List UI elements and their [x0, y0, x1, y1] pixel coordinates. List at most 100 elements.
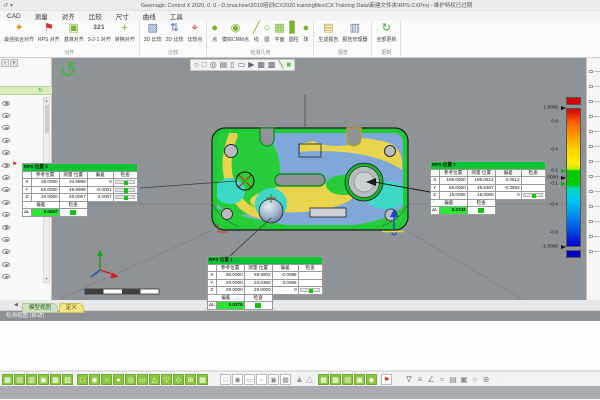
status-icon-6-1[interactable]: ▦: [318, 374, 329, 385]
status-icon-2-4[interactable]: ●: [113, 374, 124, 385]
status-icon-2-3[interactable]: ○: [101, 374, 112, 385]
dock-tab-2[interactable]: 定义: [59, 303, 84, 313]
status-icon-9-1[interactable]: ∇: [404, 374, 414, 385]
annotation-table-rps3[interactable]: RPS 位置 3参考位置测量 位置偏差检查X35.000034.99990Y50…: [22, 163, 138, 217]
annotation-table-rps2[interactable]: RPS 位置 2参考位置测量 位置偏差检查X195.0000195.06120.…: [430, 161, 546, 215]
plane-button[interactable]: ▦平面: [272, 22, 286, 49]
annotation-table-rps1[interactable]: RPS 位置 1参考位置测量 位置偏差检查X60.000059.9902-0.0…: [207, 256, 323, 310]
status-icon-6-3[interactable]: ▤: [342, 374, 353, 385]
menu-item-5[interactable]: 尺寸: [109, 11, 136, 21]
status-icon-2-11[interactable]: ▦: [197, 374, 208, 385]
rps-alignment-button[interactable]: ⚑RPS 对齐: [36, 22, 62, 49]
menu-item-1[interactable]: CAD: [0, 13, 28, 20]
menu-item-4[interactable]: 比较: [82, 11, 109, 21]
panel-menu-icon[interactable]: ▾: [10, 59, 18, 67]
transform-alignment-button[interactable]: +转换对齐: [113, 22, 137, 49]
tree-item-row[interactable]: [0, 233, 43, 245]
status-icon-2-2[interactable]: ◉: [89, 374, 100, 385]
cylinder-button[interactable]: ▋圆柱: [287, 22, 301, 49]
tree-item-row[interactable]: [0, 109, 43, 121]
status-icon-2-9[interactable]: ◇: [173, 374, 184, 385]
visibility-eye-icon[interactable]: [2, 262, 10, 267]
status-icon-9-6[interactable]: ▣: [459, 374, 469, 385]
tree-item-row[interactable]: [0, 246, 43, 258]
undo-icon[interactable]: ↺: [3, 2, 8, 9]
status-icon-2-10[interactable]: ⊞: [185, 374, 196, 385]
status-icon-2-7[interactable]: △: [149, 374, 160, 385]
shaded-view-icon[interactable]: ■: [286, 60, 291, 70]
zoom-target-icon[interactable]: ◎: [210, 60, 217, 70]
update-all-button[interactable]: ↻全部更新: [374, 22, 398, 49]
part-model[interactable]: [204, 125, 408, 235]
point-button[interactable]: ●点: [209, 22, 220, 49]
status-icon-4-5[interactable]: ▣: [268, 374, 279, 385]
datum-alignment-button[interactable]: ▣基准对齐: [62, 22, 86, 49]
tree-item-row[interactable]: [0, 258, 43, 270]
visibility-eye-icon[interactable]: [2, 138, 10, 143]
status-icon-2-8[interactable]: ▽: [161, 374, 172, 385]
visibility-eye-icon[interactable]: [2, 125, 10, 130]
circle-button[interactable]: ○圆: [262, 22, 273, 49]
menu-item-6[interactable]: 曲线: [136, 11, 163, 21]
status-icon-4-2[interactable]: ◉: [232, 374, 243, 385]
status-icon-6-4[interactable]: ▣: [354, 374, 365, 385]
status-icon-1-1[interactable]: ▦: [2, 374, 13, 385]
pointer-icon[interactable]: ▶: [248, 60, 254, 70]
visibility-eye-icon[interactable]: [2, 237, 10, 242]
scroll-down-icon[interactable]: ▼: [44, 276, 49, 282]
status-icon-4-3[interactable]: ▭: [244, 374, 255, 385]
status-icon-9-2[interactable]: ≡: [415, 374, 425, 385]
status-icon-9-3[interactable]: ∠: [426, 374, 436, 385]
menu-item-3[interactable]: 对齐: [55, 11, 82, 21]
select-box-icon[interactable]: □: [202, 60, 207, 70]
pin-icon[interactable]: ▪: [1, 59, 9, 67]
status-icon-2-6[interactable]: ▭: [137, 374, 148, 385]
status-icon-1-2[interactable]: ▤: [14, 374, 25, 385]
tree-item-row[interactable]: [0, 97, 43, 109]
report-manager-button[interactable]: ▥报告管理器: [340, 22, 369, 49]
tree-item-row[interactable]: [0, 270, 43, 282]
measure-line-icon[interactable]: ╲: [278, 60, 283, 70]
status-icon-4-6[interactable]: ▦: [280, 374, 291, 385]
status-icon-1-3[interactable]: ▥: [26, 374, 37, 385]
scrollbar-thumb[interactable]: [45, 105, 49, 133]
table-view-icon[interactable]: ▩: [268, 60, 276, 70]
status-icon-1-4[interactable]: ▣: [38, 374, 49, 385]
simulated-cmm-point-button[interactable]: ◉模拟CMM点: [220, 22, 251, 49]
grid-view-icon[interactable]: ▦: [257, 60, 265, 70]
status-icon-5-2[interactable]: △: [305, 374, 314, 385]
tree-item-row[interactable]: [0, 134, 43, 146]
comparison-point-button[interactable]: ⌖比较点: [185, 22, 204, 49]
status-icon-1-6[interactable]: ▧: [62, 374, 73, 385]
menu-item-2[interactable]: 测量: [28, 11, 55, 21]
status-icon-4-4[interactable]: ▫: [256, 374, 267, 385]
visibility-eye-icon[interactable]: [2, 200, 10, 205]
visibility-eye-icon[interactable]: [2, 101, 10, 106]
visibility-eye-icon[interactable]: [2, 150, 10, 155]
status-icon-7-1[interactable]: ⚑: [381, 374, 392, 385]
page-layout-icon[interactable]: ▯: [230, 60, 234, 70]
menu-item-7[interactable]: 工具: [163, 11, 190, 21]
sphere-button[interactable]: ●球: [301, 22, 312, 49]
refresh-icon[interactable]: ↻: [38, 87, 43, 94]
tree-item-row[interactable]: [0, 147, 43, 159]
status-icon-9-4[interactable]: ≈: [437, 374, 447, 385]
capture-view-icon[interactable]: ▤: [220, 60, 228, 70]
status-icon-6-2[interactable]: ▩: [330, 374, 341, 385]
status-icon-9-7[interactable]: ○: [470, 374, 480, 385]
visibility-eye-icon[interactable]: [2, 212, 10, 217]
tree-item-row[interactable]: [0, 122, 43, 134]
generate-report-button[interactable]: ▤生成报告: [316, 22, 340, 49]
visibility-eye-icon[interactable]: [2, 249, 10, 254]
visibility-eye-icon[interactable]: [2, 187, 10, 192]
split-view-icon[interactable]: ▭: [238, 60, 246, 70]
status-icon-9-8[interactable]: ⊕: [481, 374, 491, 385]
status-icon-4-1[interactable]: □: [220, 374, 231, 385]
visibility-eye-icon[interactable]: [2, 175, 10, 180]
status-icon-5-1[interactable]: ▲: [295, 374, 304, 385]
status-icon-9-5[interactable]: ▤: [448, 374, 458, 385]
status-icon-2-1[interactable]: □: [77, 374, 88, 385]
visibility-eye-icon[interactable]: [2, 113, 10, 118]
compare-3d-button[interactable]: ▧3D 比较: [142, 22, 164, 49]
tree-item-row[interactable]: [0, 221, 43, 233]
